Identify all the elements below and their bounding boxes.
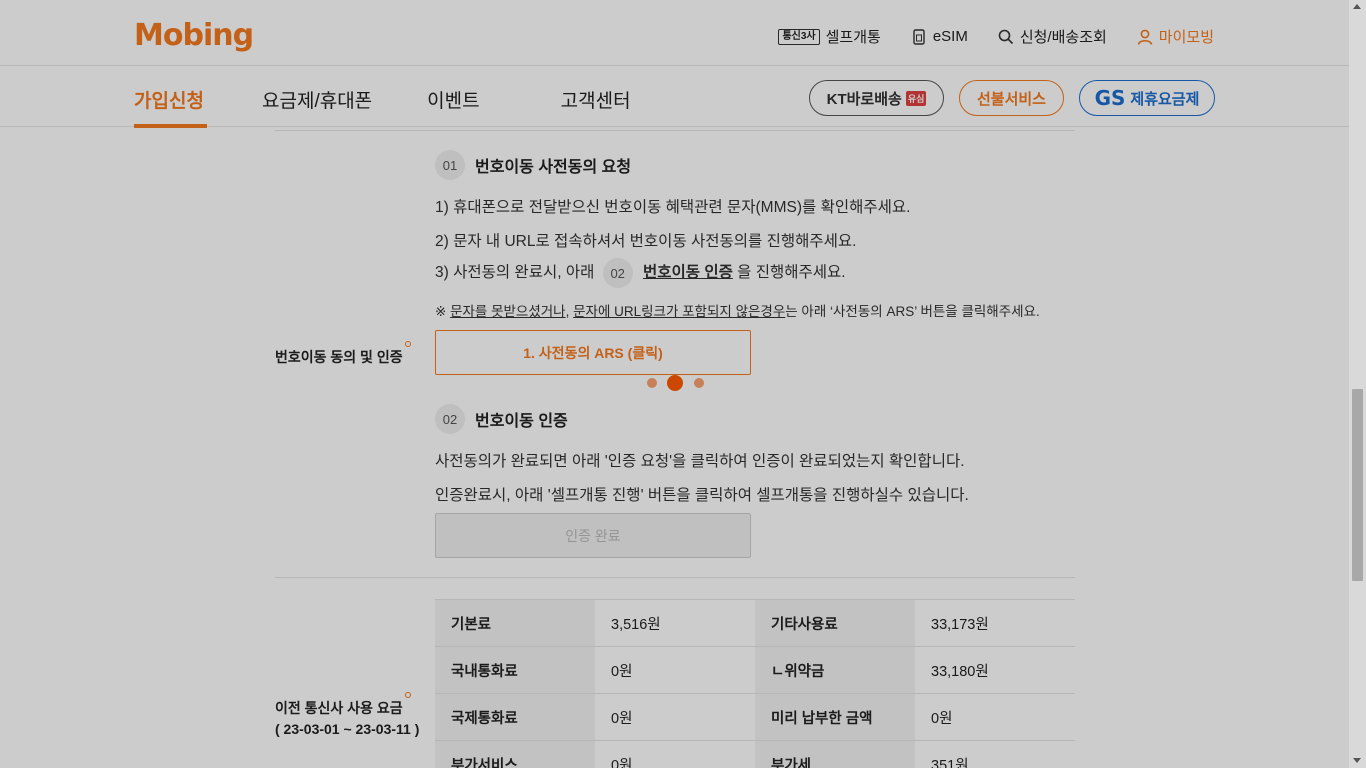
step2-line2: 인증완료시, 아래 '셀프개통 진행' 버튼을 클릭하여 셀프개통을 진행하실수… [435, 487, 969, 504]
fee-value: 351원 [915, 740, 1075, 768]
prepaid-service-button[interactable]: 선불서비스 [959, 80, 1064, 116]
top-nav: 통신3사 셀프개통 eSIM 신청/배송조회 마이모빙 [778, 26, 1214, 47]
loader-dot [647, 378, 657, 388]
carrier3-badge-icon: 통신3사 [778, 28, 820, 45]
step1-line3-post: 을 진행해주세요. [737, 264, 846, 282]
usim-badge: 유심 [905, 90, 927, 106]
note-no-url: 문자에 URL링크가 포함되지 않은경우 [573, 304, 786, 319]
search-icon [998, 29, 1014, 45]
scroll-up-icon[interactable] [1353, 4, 1361, 9]
step1-number: 01 [435, 150, 465, 180]
main-nav: 가입신청 요금제/휴대폰 이벤트 고객센터 KT바로배송 유심 선불서비스 GS… [0, 66, 1349, 128]
fee-value: 3,516원 [595, 599, 755, 647]
porting-consent-label-text: 번호이동 동의 및 인증 [275, 349, 403, 365]
fee-value: 0원 [915, 693, 1075, 741]
step1-line3-pre: 3) 사전동의 완료시, 아래 [435, 264, 595, 282]
gs-logo-icon: GS [1094, 86, 1126, 110]
step2-number: 02 [435, 404, 465, 434]
loading-spinner-icon [645, 375, 705, 391]
table-row: 국제통화료 0원 미리 납부한 금액 0원 [435, 693, 1075, 741]
table-row: 국내통화료 0원 ㄴ위약금 33,180원 [435, 646, 1075, 694]
main-menu: 가입신청 요금제/휴대폰 이벤트 고객센터 [134, 86, 631, 128]
pre-consent-ars-button[interactable]: 1. 사전동의 ARS (클릭) [435, 330, 751, 375]
porting-consent-label: 번호이동 동의 및 인증 [275, 341, 411, 367]
kt-direct-label: KT바로배송 [826, 90, 902, 108]
esim-label: eSIM [932, 28, 968, 45]
fee-value: 0원 [595, 646, 755, 694]
step1-line3: 3) 사전동의 완료시, 아래 02 번호이동 인증 을 진행해주세요. [435, 258, 846, 288]
table-row: 부가서비스 0원 부가세 351원 [435, 740, 1075, 768]
my-mobing-link[interactable]: 마이모빙 [1137, 26, 1214, 47]
scrollbar-thumb[interactable] [1352, 389, 1363, 581]
my-mobing-label: 마이모빙 [1158, 29, 1214, 46]
fee-key: ㄴ위약금 [755, 646, 915, 694]
apply-lookup-link[interactable]: 신청/배송조회 [998, 26, 1107, 47]
fee-key: 기타사용료 [755, 599, 915, 647]
ars-notice: ※ 문자를 못받으셨거나, 문자에 URL링크가 포함되지 않은경우는 아래 ‘… [435, 300, 1040, 320]
step1-line2: 2) 문자 내 URL로 접속하셔서 번호이동 사전동의를 진행해주세요. [435, 233, 857, 250]
sim-card-icon [911, 28, 927, 45]
step2-inline-number: 02 [602, 258, 633, 288]
note-rest: 는 아래 ‘사전동의 ARS’ 버튼을 클릭해주세요. [785, 304, 1040, 319]
gs-partner-plan-button[interactable]: GS 제휴요금제 [1079, 80, 1215, 116]
fee-key: 부가세 [755, 740, 915, 768]
mobing-logo[interactable]: Mobing [134, 18, 254, 53]
note-comma: , [565, 304, 574, 319]
verify-complete-button[interactable]: 인증 완료 [435, 513, 751, 558]
fee-key: 기본료 [435, 599, 595, 647]
step2-title: 번호이동 인증 [475, 413, 568, 430]
fee-value: 0원 [595, 740, 755, 768]
step1-heading: 01 번호이동 사전동의 요청 [435, 150, 631, 180]
self-open-link[interactable]: 통신3사 셀프개통 [778, 26, 881, 47]
step2-line1: 사전동의가 완료되면 아래 '인증 요청'을 클릭하여 인증이 완료되었는지 확… [435, 453, 965, 470]
section-divider [275, 130, 1075, 131]
prev-carrier-title-text: 이전 통신사 사용 요금 [275, 700, 403, 716]
step1-title: 번호이동 사전동의 요청 [475, 159, 632, 176]
note-prefix: ※ [435, 304, 451, 319]
scroll-down-icon[interactable] [1353, 758, 1361, 763]
required-icon [404, 341, 411, 347]
self-open-label: 셀프개통 [825, 29, 881, 46]
user-icon [1137, 29, 1153, 45]
fee-value: 33,180원 [915, 646, 1075, 694]
apply-lookup-label: 신청/배송조회 [1019, 29, 1107, 46]
fee-value: 0원 [595, 693, 755, 741]
prev-carrier-fee-table: 기본료 3,516원 기타사용료 33,173원 국내통화료 0원 ㄴ위약금 3… [435, 599, 1075, 768]
loader-dot [667, 375, 683, 391]
menu-events[interactable]: 이벤트 [427, 86, 479, 113]
kt-direct-delivery-button[interactable]: KT바로배송 유심 [809, 80, 944, 116]
prev-carrier-fee-title: 이전 통신사 사용 요금 [275, 692, 419, 719]
fee-key: 부가서비스 [435, 740, 595, 768]
prev-carrier-period: ( 23-03-01 ~ 23-03-11 ) [275, 721, 420, 737]
table-row: 기본료 3,516원 기타사용료 33,173원 [435, 599, 1075, 647]
top-header: Mobing 통신3사 셀프개통 eSIM 신청/배송조회 마이모빙 [0, 0, 1349, 66]
note-no-sms: 문자를 못받으셨거나 [450, 304, 566, 319]
porting-auth-link[interactable]: 번호이동 인증 [643, 264, 733, 281]
fee-value: 33,173원 [915, 599, 1075, 647]
fee-key: 미리 납부한 금액 [755, 693, 915, 741]
prev-carrier-fee-label: 이전 통신사 사용 요금 ( 23-03-01 ~ 23-03-11 ) [275, 692, 420, 740]
page-scrollbar[interactable] [1349, 0, 1366, 768]
fee-key: 국제통화료 [435, 693, 595, 741]
menu-plans-phones[interactable]: 요금제/휴대폰 [262, 86, 372, 113]
step1-line1: 1) 휴대폰으로 전달받으신 번호이동 혜택관련 문자(MMS)를 확인해주세요… [435, 199, 911, 216]
loader-dot [694, 378, 704, 388]
fee-key: 국내통화료 [435, 646, 595, 694]
step2-heading: 02 번호이동 인증 [435, 404, 568, 434]
section-divider [275, 577, 1075, 578]
menu-join[interactable]: 가입신청 [134, 86, 207, 128]
esim-link[interactable]: eSIM [911, 26, 968, 47]
required-icon [404, 692, 411, 698]
menu-customer-center[interactable]: 고객센터 [561, 86, 631, 113]
gs-plan-label: 제휴요금제 [1130, 90, 1200, 108]
